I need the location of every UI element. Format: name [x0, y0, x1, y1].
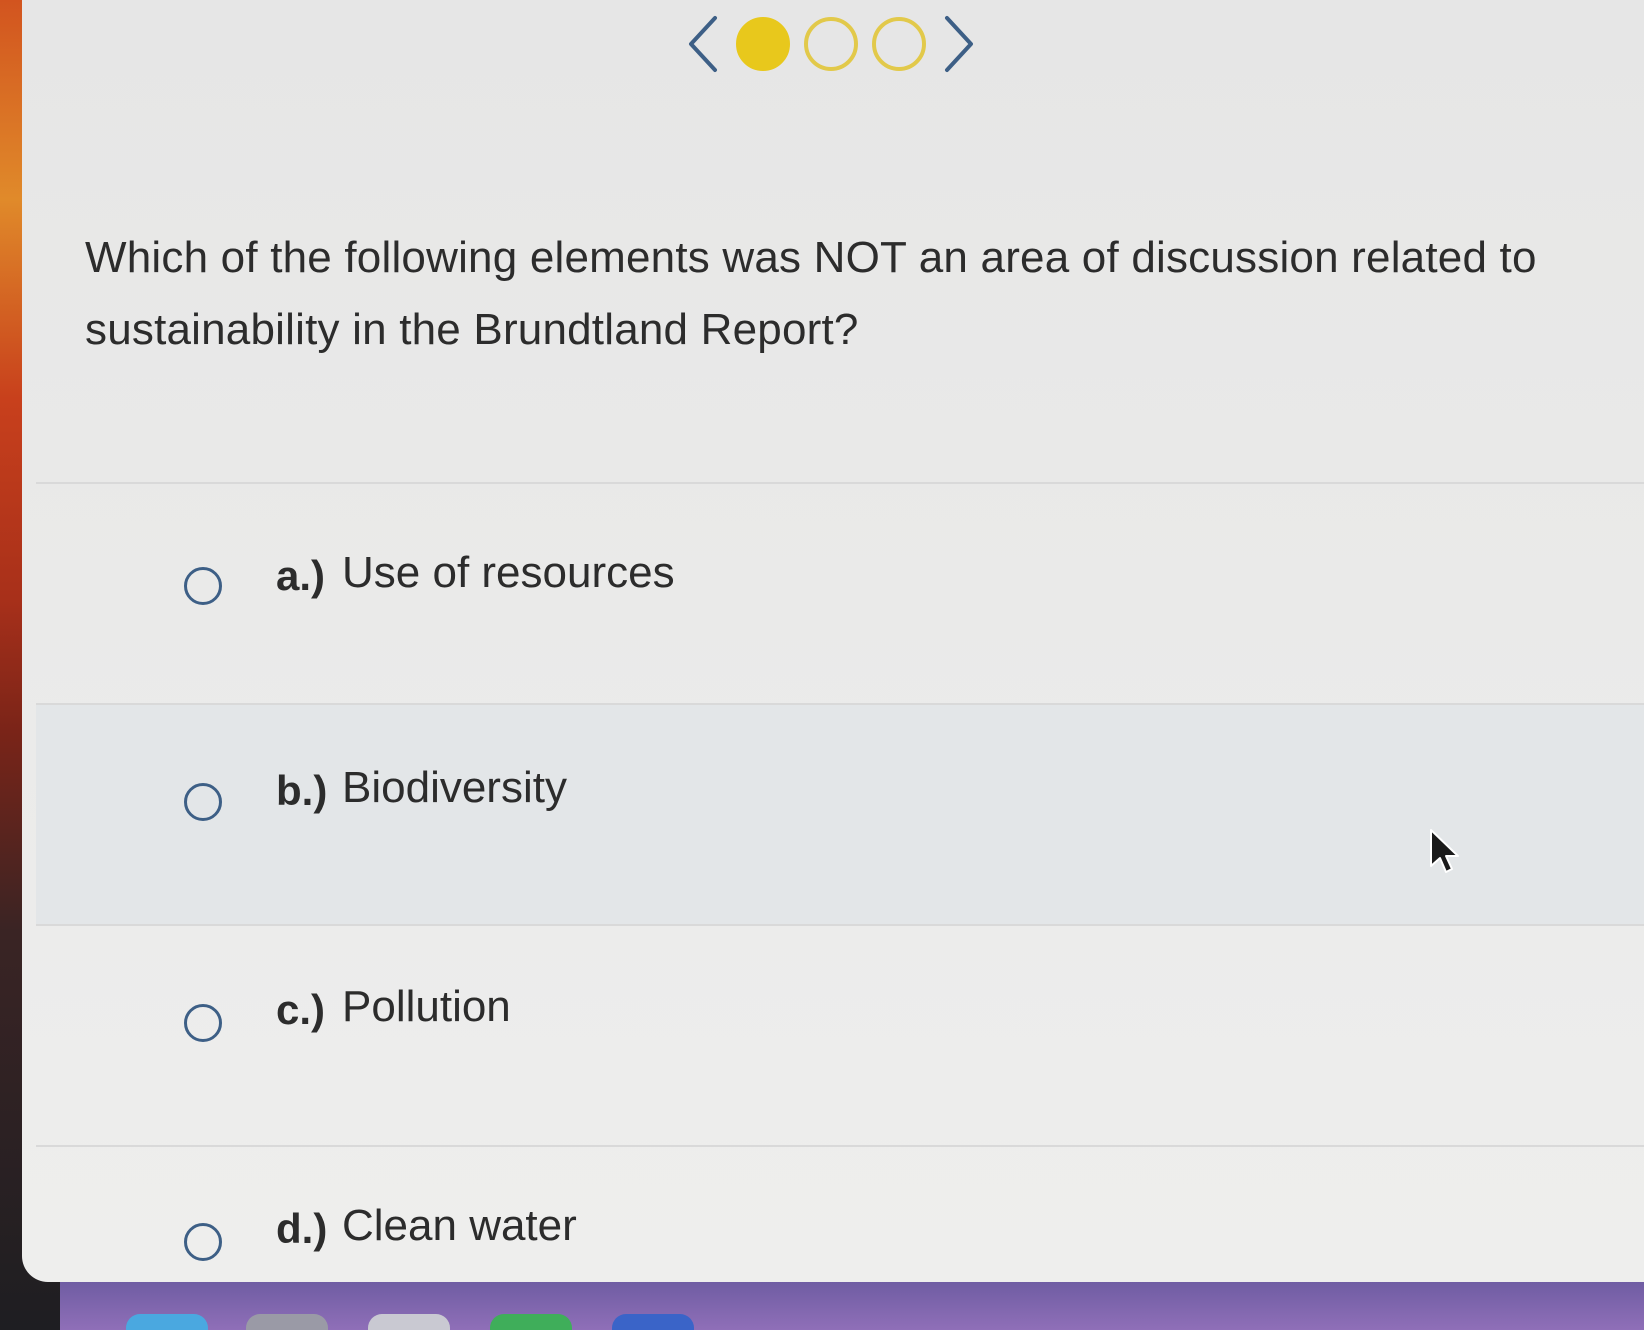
- dock-app-icon[interactable]: [126, 1314, 208, 1330]
- next-question-button[interactable]: [940, 14, 980, 74]
- answer-option-c[interactable]: c.) Pollution: [36, 924, 1644, 1145]
- question-carousel-nav: [682, 8, 980, 80]
- question-text: Which of the following elements was NOT …: [85, 233, 1537, 354]
- option-text: Use of resources: [342, 548, 675, 597]
- answer-option-b[interactable]: b.) Biodiversity: [36, 703, 1644, 924]
- option-letter: c.): [276, 986, 326, 1033]
- radio-button[interactable]: [184, 1004, 222, 1042]
- dock-app-icon[interactable]: [612, 1314, 694, 1330]
- option-text: Clean water: [342, 1201, 577, 1250]
- chevron-right-icon: [945, 16, 973, 72]
- option-text: Biodiversity: [342, 763, 567, 812]
- option-letter: d.): [276, 1205, 328, 1252]
- dock-app-icon[interactable]: [490, 1314, 572, 1330]
- answer-option-a[interactable]: a.) Use of resources: [36, 482, 1644, 703]
- radio-button[interactable]: [184, 567, 222, 605]
- quiz-window: Which of the following elements was NOT …: [22, 0, 1644, 1282]
- chevron-left-icon: [689, 16, 717, 72]
- dock-app-icon[interactable]: [368, 1314, 450, 1330]
- progress-dot-current[interactable]: [736, 17, 790, 71]
- prev-question-button[interactable]: [682, 14, 722, 74]
- radio-button[interactable]: [184, 1223, 222, 1261]
- radio-button[interactable]: [184, 783, 222, 821]
- dock-app-icon[interactable]: [246, 1314, 328, 1330]
- option-letter: b.): [276, 767, 328, 814]
- progress-dot[interactable]: [872, 17, 926, 71]
- option-letter: a.): [276, 552, 326, 599]
- answer-options: a.) Use of resources b.) Biodiversity c.…: [36, 482, 1644, 1282]
- option-text: Pollution: [342, 982, 511, 1031]
- answer-option-d[interactable]: d.) Clean water: [36, 1145, 1644, 1282]
- mouse-pointer-icon: [1430, 829, 1459, 873]
- progress-dot[interactable]: [804, 17, 858, 71]
